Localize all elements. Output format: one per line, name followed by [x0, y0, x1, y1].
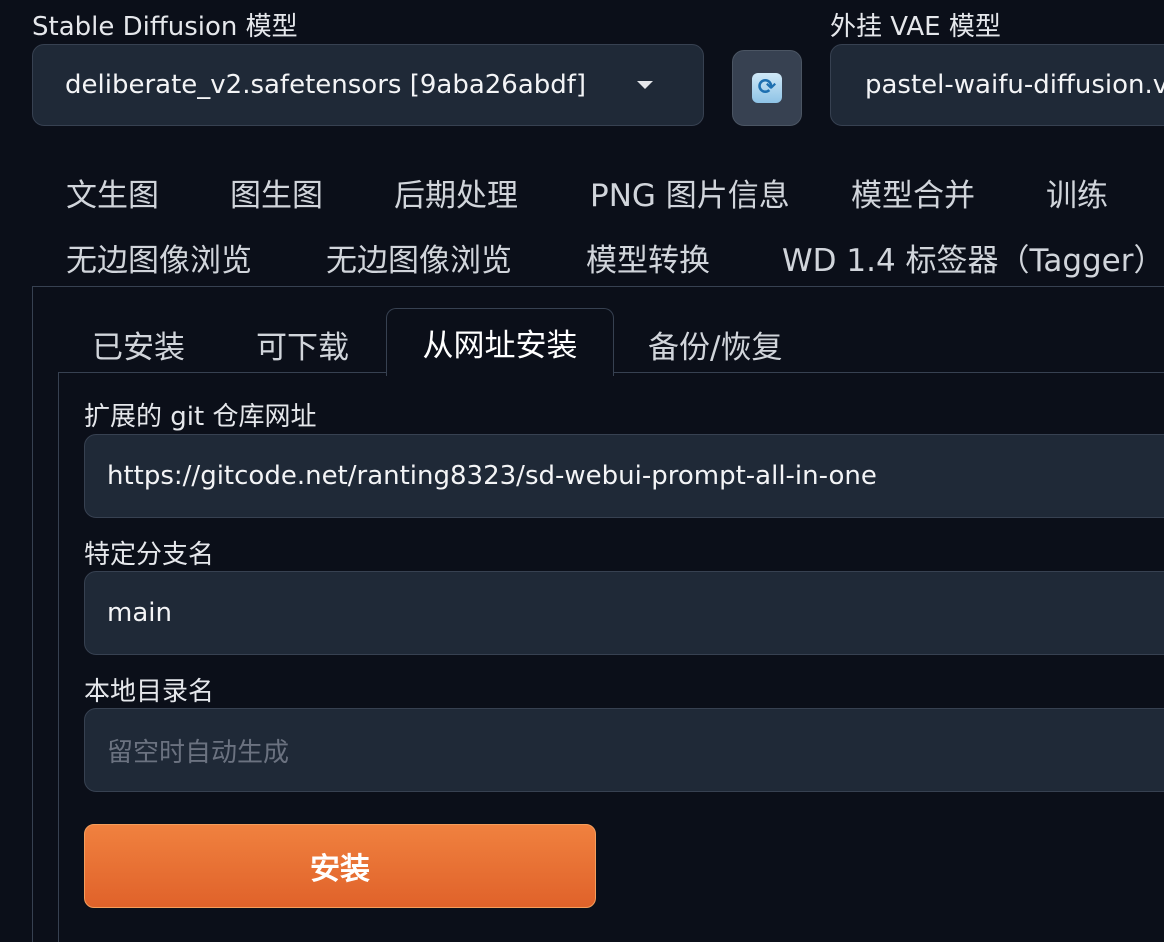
local-dir-input[interactable]: 留空时自动生成 — [84, 708, 1164, 792]
subtab-install-from-url[interactable]: 从网址安装 — [386, 308, 614, 376]
tab-checkpoint-merger[interactable]: 模型合并 — [851, 170, 975, 215]
tab-infinite-image-browsing-2[interactable]: 无边图像浏览 — [326, 235, 512, 280]
install-button[interactable]: 安装 — [84, 824, 596, 908]
vae-label: 外挂 VAE 模型 — [830, 12, 1001, 42]
git-url-input[interactable]: https://gitcode.net/ranting8323/sd-webui… — [84, 434, 1164, 518]
vae-selected-value: pastel-waifu-diffusion.vae.pt — [865, 70, 1164, 100]
branch-input[interactable]: main — [84, 571, 1164, 655]
app-root: Stable Diffusion 模型 deliberate_v2.safete… — [0, 0, 1164, 942]
git-url-value: https://gitcode.net/ranting8323/sd-webui… — [107, 461, 877, 491]
tab-wd14-tagger[interactable]: WD 1.4 标签器（Tagger） — [782, 235, 1164, 280]
tab-model-converter[interactable]: 模型转换 — [586, 235, 710, 280]
tab-png-info[interactable]: PNG 图片信息 — [590, 170, 790, 215]
local-dir-label: 本地目录名 — [84, 677, 215, 707]
subtab-available[interactable]: 可下载 — [256, 322, 349, 367]
tab-txt2img[interactable]: 文生图 — [66, 170, 159, 215]
tab-infinite-image-browsing-1[interactable]: 无边图像浏览 — [66, 235, 252, 280]
refresh-icon: ⟳ — [752, 73, 782, 103]
branch-value: main — [107, 598, 172, 628]
tab-img2img[interactable]: 图生图 — [230, 170, 323, 215]
refresh-models-button[interactable]: ⟳ — [732, 50, 802, 126]
branch-label: 特定分支名 — [84, 540, 215, 570]
subtab-backup-restore[interactable]: 备份/恢复 — [648, 322, 782, 367]
model-label: Stable Diffusion 模型 — [32, 12, 298, 42]
local-dir-placeholder: 留空时自动生成 — [107, 737, 290, 768]
chevron-down-icon — [637, 81, 653, 89]
tab-train[interactable]: 训练 — [1046, 170, 1108, 215]
subtab-installed[interactable]: 已安装 — [92, 322, 185, 367]
vae-dropdown[interactable]: pastel-waifu-diffusion.vae.pt — [830, 44, 1164, 126]
model-dropdown[interactable]: deliberate_v2.safetensors [9aba26abdf] — [32, 44, 704, 126]
git-url-label: 扩展的 git 仓库网址 — [84, 402, 317, 432]
model-selected-value: deliberate_v2.safetensors [9aba26abdf] — [65, 70, 587, 100]
tab-extras[interactable]: 后期处理 — [394, 170, 518, 215]
